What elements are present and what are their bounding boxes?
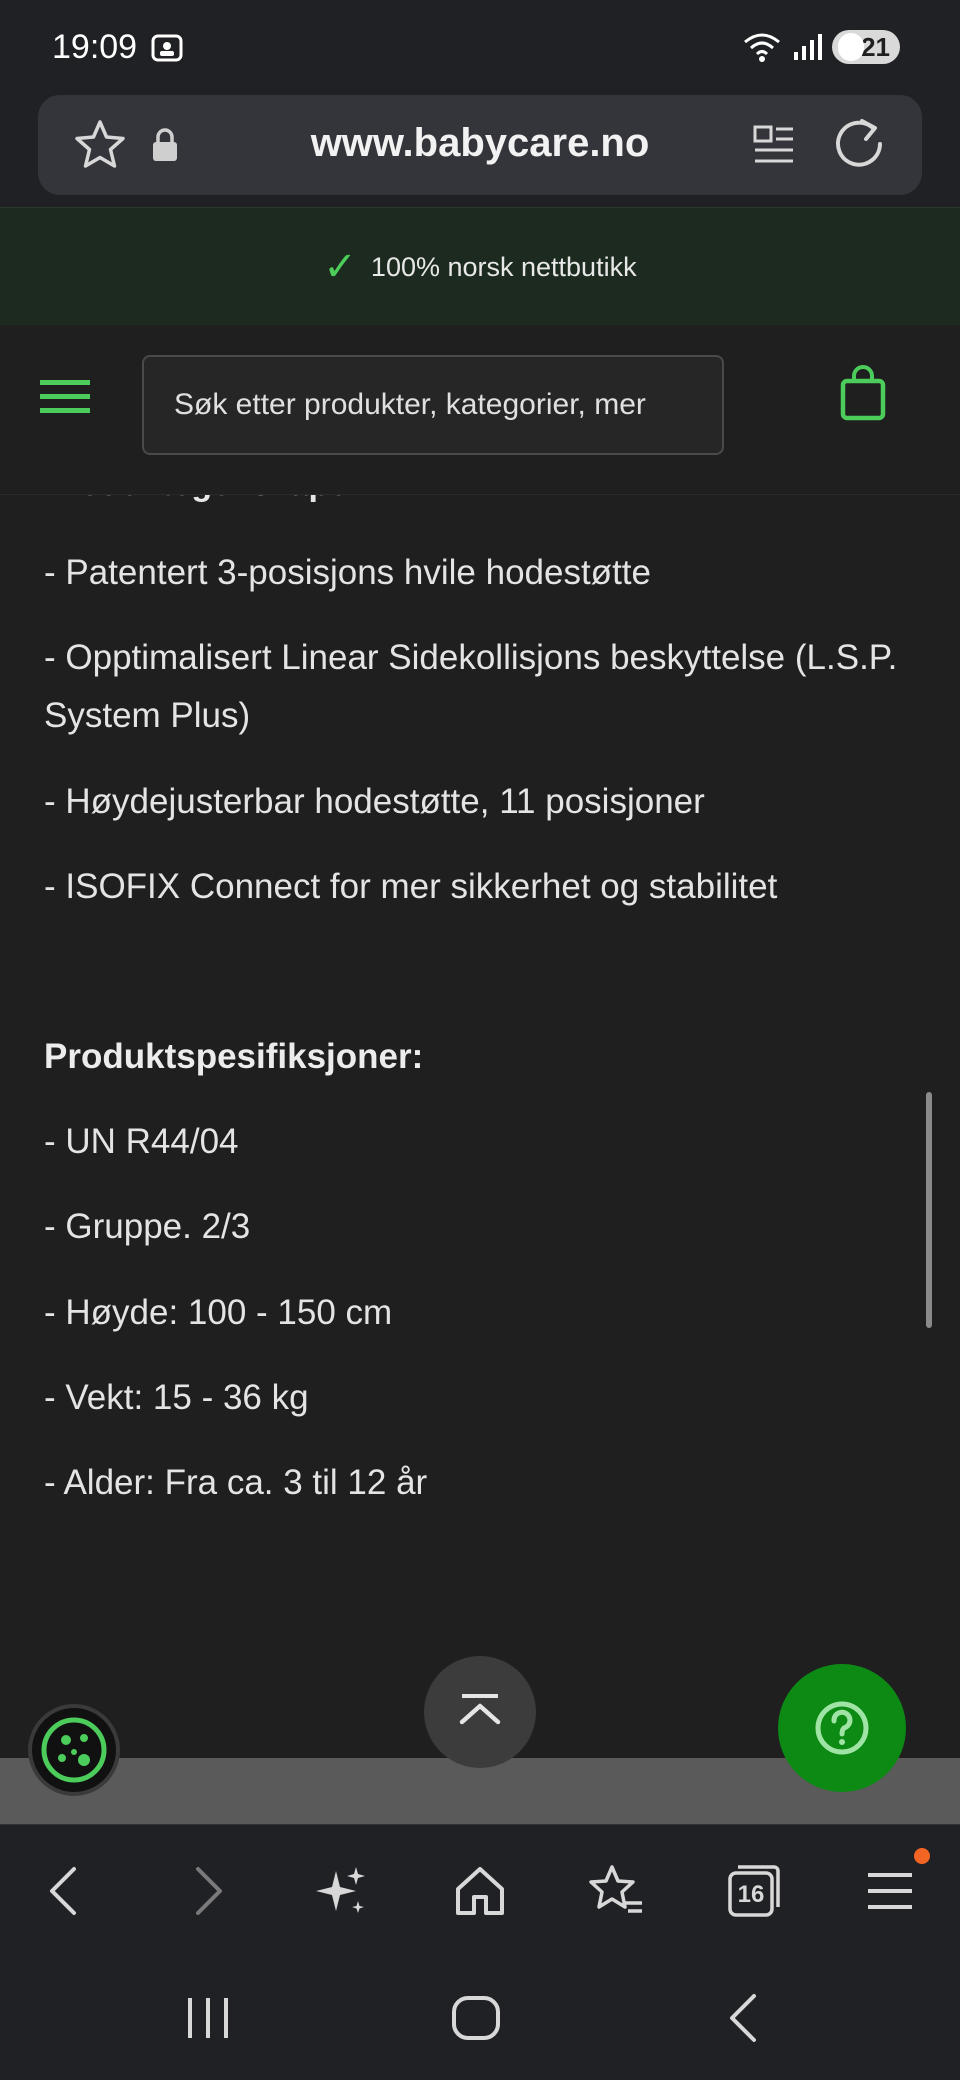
reload-icon[interactable]	[830, 115, 888, 173]
feature-item: - Høydejusterbar hodestøtte, 11 posisjon…	[44, 782, 705, 821]
battery-level: 21	[861, 31, 890, 62]
checkmark-icon: ✓	[323, 245, 357, 289]
status-time: 19:09	[52, 28, 138, 66]
reader-mode-icon[interactable]	[752, 123, 796, 167]
battery-indicator: 21	[832, 30, 900, 64]
spec-item: - Vekt: 15 - 36 kg	[44, 1378, 309, 1417]
spec-item: - Alder: Fra ca. 3 til 12 år	[44, 1463, 428, 1502]
banner-content: ✓ 100% norsk nettbutikk	[0, 244, 960, 290]
status-indicators: 21	[742, 30, 900, 64]
cookie-settings-button[interactable]	[28, 1704, 120, 1796]
back-icon[interactable]	[36, 1861, 96, 1921]
spec-item: - Gruppe. 2/3	[44, 1207, 251, 1246]
page-scrollbar[interactable]	[926, 1092, 932, 1328]
recent-apps-icon[interactable]	[180, 1990, 236, 2046]
trust-banner: ✓ 100% norsk nettbutikk	[0, 207, 960, 325]
scroll-to-top-button[interactable]	[424, 1656, 536, 1768]
specs-heading: Produktspesifiksjoner:	[44, 1037, 424, 1076]
feature-item: - ISOFIX Connect for mer sikkerhet og st…	[44, 867, 778, 906]
screenshot-icon	[151, 34, 183, 62]
forward-icon[interactable]	[176, 1861, 236, 1921]
tab-count: 16	[737, 1881, 765, 1908]
status-bar: 19:09 21	[0, 0, 960, 95]
spec-item: - Høyde: 100 - 150 cm	[44, 1293, 393, 1332]
bookmarks-icon[interactable]	[586, 1861, 646, 1921]
search-input[interactable]	[144, 357, 722, 453]
charging-icon	[838, 33, 864, 61]
banner-text: 100% norsk nettbutikk	[370, 252, 637, 282]
arrow-up-icon	[459, 1694, 501, 1725]
features-heading: Produktegenskaper:	[44, 495, 373, 504]
question-icon	[815, 1701, 869, 1755]
hamburger-menu-icon[interactable]	[40, 377, 90, 417]
menu-icon[interactable]	[860, 1861, 920, 1921]
home-icon[interactable]	[450, 1861, 510, 1921]
ai-sparkle-icon[interactable]	[312, 1861, 372, 1921]
site-header	[0, 325, 960, 495]
system-navigation-bar	[0, 1954, 960, 2080]
wifi-icon	[744, 33, 780, 62]
search-box[interactable]	[142, 355, 724, 455]
browser-toolbar: www.babycare.no	[0, 95, 960, 207]
feature-item: - Opptimalisert Linear Sidekollisjons be…	[44, 638, 898, 735]
shopping-bag-icon[interactable]	[840, 365, 886, 421]
home-button-icon[interactable]	[448, 1990, 504, 2046]
notification-dot	[914, 1848, 930, 1864]
feature-item: - Patentert 3-posisjons hvile hodestøtte	[44, 553, 651, 592]
spec-item: - UN R44/04	[44, 1122, 239, 1161]
help-button[interactable]	[778, 1664, 906, 1792]
cookie-icon	[41, 1717, 107, 1783]
tabs-button[interactable]: 16	[722, 1861, 782, 1921]
product-description: Produktegenskaper: - Patentert 3-posisjo…	[0, 495, 960, 1755]
signal-icon	[794, 34, 822, 60]
system-back-icon[interactable]	[718, 1990, 774, 2046]
browser-bottom-nav: 16	[0, 1824, 960, 1954]
address-bar[interactable]: www.babycare.no	[38, 95, 922, 195]
